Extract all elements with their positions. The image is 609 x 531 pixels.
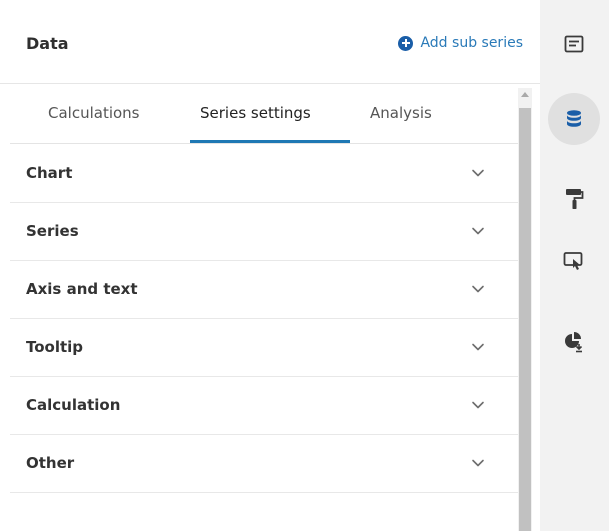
- scrollbar[interactable]: [518, 88, 532, 531]
- settings-accordion: Chart Series Axis and text Tooltip Calcu…: [10, 145, 518, 493]
- tab-bar: Calculations Series settings Analysis: [10, 84, 520, 144]
- section-axis-and-text[interactable]: Axis and text: [10, 261, 518, 319]
- tab-series-settings[interactable]: Series settings: [200, 104, 311, 122]
- side-rail: [540, 0, 609, 531]
- section-label: Other: [26, 454, 75, 472]
- rail-document-button[interactable]: [548, 18, 600, 70]
- add-sub-series-button[interactable]: Add sub series: [398, 35, 523, 51]
- section-chart[interactable]: Chart: [10, 145, 518, 203]
- section-label: Calculation: [26, 396, 121, 414]
- section-calculation[interactable]: Calculation: [10, 377, 518, 435]
- data-panel: Data Add sub series Calculations Series …: [0, 0, 540, 531]
- section-label: Axis and text: [26, 280, 138, 298]
- document-icon: [564, 35, 584, 53]
- chevron-down-icon: [472, 401, 484, 409]
- chevron-down-icon: [472, 169, 484, 177]
- add-sub-series-label: Add sub series: [420, 35, 523, 51]
- rail-data-button[interactable]: [548, 93, 600, 145]
- section-label: Tooltip: [26, 338, 84, 356]
- panel-header: Data Add sub series: [0, 0, 540, 84]
- tab-analysis[interactable]: Analysis: [370, 104, 432, 122]
- tab-calculations[interactable]: Calculations: [48, 104, 140, 122]
- rail-export-button[interactable]: [548, 316, 600, 368]
- section-other[interactable]: Other: [10, 435, 518, 493]
- plus-circle-icon: [398, 35, 414, 51]
- pointer-screen-icon: [563, 252, 583, 270]
- panel-title: Data: [26, 34, 69, 53]
- chevron-down-icon: [472, 343, 484, 351]
- scrollbar-thumb[interactable]: [519, 108, 531, 531]
- section-label: Chart: [26, 164, 73, 182]
- chevron-down-icon: [472, 285, 484, 293]
- section-series[interactable]: Series: [10, 203, 518, 261]
- section-label: Series: [26, 222, 79, 240]
- pie-chart-download-icon: [565, 332, 583, 353]
- active-tab-indicator: [190, 140, 350, 143]
- section-tooltip[interactable]: Tooltip: [10, 319, 518, 377]
- paint-roller-icon: [566, 189, 584, 209]
- rail-format-button[interactable]: [548, 173, 600, 225]
- chevron-down-icon: [472, 227, 484, 235]
- database-icon: [567, 110, 581, 127]
- rail-interaction-button[interactable]: [548, 236, 600, 288]
- chevron-down-icon: [472, 459, 484, 467]
- scroll-up-arrow-icon[interactable]: [521, 92, 529, 97]
